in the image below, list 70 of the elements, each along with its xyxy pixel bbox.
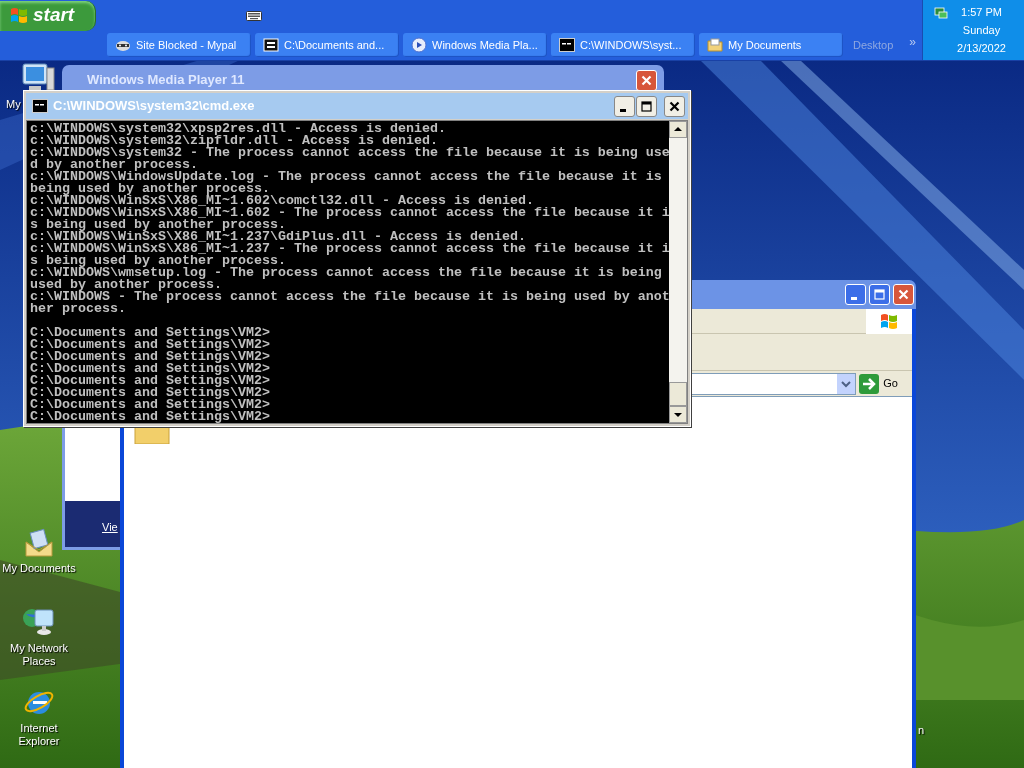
envelope-folder-icon[interactable] (24, 528, 54, 558)
scroll-up-icon[interactable] (669, 121, 687, 138)
taskbar-button[interactable]: C:\Documents and... (255, 33, 399, 57)
console-line: d by another process. (30, 159, 198, 171)
scroll-thumb[interactable] (669, 382, 687, 406)
console-line: used by another process. (30, 279, 223, 291)
console-line: being used by another process. (30, 183, 270, 195)
console-prompt: C:\Documents and Settings\VM2> (30, 339, 271, 351)
dropdown-icon[interactable] (837, 373, 856, 394)
chevron[interactable]: » (909, 33, 917, 51)
desktop-icon-label[interactable]: Internet Explorer (0, 722, 78, 748)
desktop-icon-label[interactable]: My Network Places (0, 642, 78, 668)
maximize-button[interactable] (636, 95, 657, 117)
console-line: c:\WINDOWS\WinSxS\X86_MI~1.602 - The process cannot access the file because it i (30, 207, 669, 219)
archive-icon (263, 37, 279, 53)
console-line: c:\WINDOWS\system32\zipfldr.dll - Access is denied. (30, 135, 439, 147)
desktop-icon-label[interactable]: n (917, 724, 925, 737)
window-title: C:\WINDOWS\system32\cmd.exe (53, 97, 256, 116)
clock-time[interactable]: 1:57 PM (961, 3, 1002, 21)
window-title: Windows Media Player 11 (87, 71, 245, 90)
close-button[interactable] (664, 95, 685, 117)
start-button[interactable]: start (0, 0, 96, 31)
maximize-icon (874, 289, 885, 300)
console-icon (559, 38, 575, 52)
console-line: c:\WINDOWS\wmsetup.log - The process cannot access the file because it is being (30, 267, 663, 279)
keyboard-icon[interactable] (246, 9, 262, 22)
console-prompt: C:\Documents and Settings\VM2> (30, 327, 271, 339)
console-line: c:\WINDOWS\WindowsUpdate.log - The process cannot access the file because it is (30, 171, 663, 183)
globe-monitor-icon[interactable] (22, 606, 56, 638)
console-line: s being used by another process. (30, 219, 286, 231)
windows-flag-icon (878, 311, 900, 332)
desktop-icon-label[interactable]: My (6, 98, 21, 111)
folder-icon (707, 37, 723, 53)
go-button[interactable]: Go (859, 372, 898, 395)
scrollbar[interactable] (669, 121, 687, 423)
console-icon (32, 99, 48, 113)
close-icon (669, 100, 680, 112)
scroll-down-icon[interactable] (669, 406, 687, 423)
console-prompt: C:\Documents and Settings\VM2> (30, 399, 271, 411)
console-prompt: C:\Documents and Settings\VM2> (30, 375, 271, 387)
taskbar-button[interactable]: C:\WINDOWS\syst... (551, 33, 695, 57)
view-link[interactable]: Vie (102, 521, 118, 533)
console-prompt: C:\Documents and Settings\VM2> (30, 363, 271, 375)
desktop-icon-label[interactable]: My Documents (2, 562, 76, 575)
console-line: c:\WINDOWS - The process cannot access the file because it is being used by anot (30, 291, 669, 303)
console-line: c:\WINDOWS\WinSxS\X86_MI~1.237\GdiPlus.dll - Access is denied. (30, 231, 527, 243)
taskbar-button[interactable]: Site Blocked - Mypal (107, 33, 251, 57)
minimize-icon (620, 108, 626, 112)
close-icon (898, 289, 909, 300)
minimize-icon (851, 297, 857, 300)
taskbar-button[interactable]: My Documents (699, 33, 843, 57)
maximize-icon (641, 100, 652, 112)
console-line: c:\WINDOWS\WinSxS\X86_MI~1.237 - The process cannot access the file because it i (30, 243, 669, 255)
console-prompt: C:\Documents and Settings\VM2> (30, 411, 271, 423)
clock-date: 2/13/2022 (957, 41, 1006, 56)
console-line: c:\WINDOWS\system32\xpsp2res.dll - Access is denied. (30, 123, 447, 135)
player-icon (411, 37, 427, 53)
console-prompt: C:\Documents and Settings\VM2> (30, 351, 271, 363)
windows-flag-icon (9, 5, 29, 26)
console-line: her process. (30, 303, 127, 315)
console-prompt: C:\Documents and Settings\VM2> (30, 387, 271, 399)
console-line: c:\WINDOWS\WinSxS\X86_MI~1.602\comctl32.dll - Access is denied. (30, 195, 534, 207)
console-line: c:\WINDOWS\system32 - The process cannot access the file because it is being use (30, 147, 669, 159)
toolbar-label[interactable]: Desktop (853, 36, 894, 54)
minimize-button[interactable] (614, 95, 635, 117)
taskbar-button[interactable]: Windows Media Pla... (403, 33, 547, 57)
clock-day: Sunday (962, 21, 1001, 39)
close-icon (641, 74, 652, 86)
network-tray-icon[interactable] (933, 5, 949, 21)
console-line: s being used by another process. (30, 255, 287, 267)
